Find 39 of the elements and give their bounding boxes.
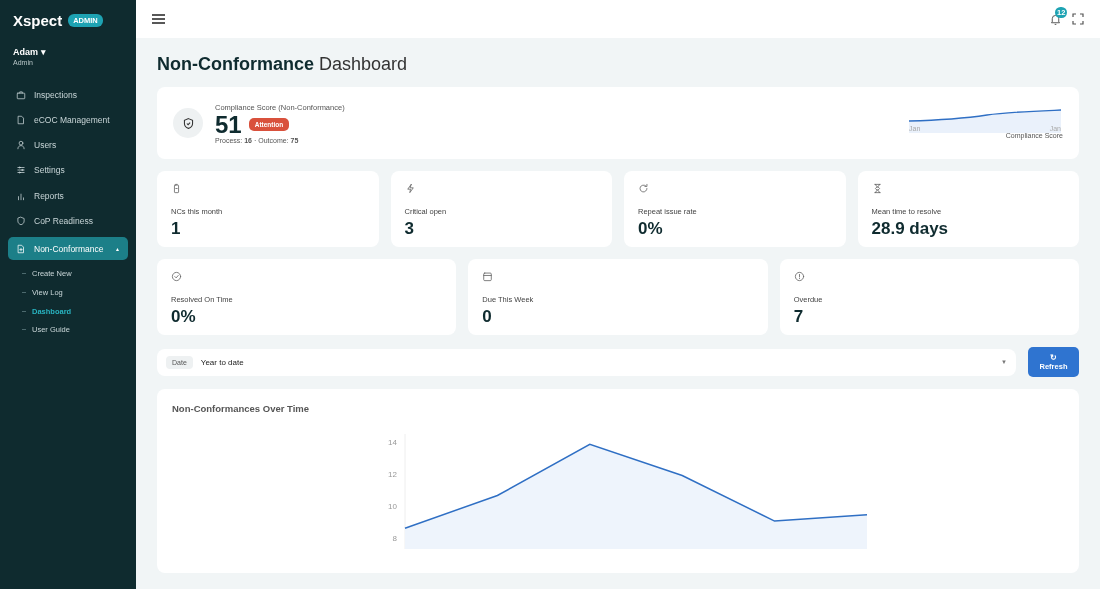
check-circle-icon — [171, 271, 182, 282]
sidebar-item[interactable]: Settings — [8, 157, 128, 183]
refresh-icon — [638, 183, 649, 194]
fullscreen-icon[interactable] — [1072, 13, 1084, 25]
chart-title: Non-Conformances Over Time — [172, 403, 311, 414]
axis-tick: 10 — [388, 501, 397, 511]
sidebar-item[interactable]: CoP Readiness — [8, 208, 128, 234]
stat-value: 0 — [482, 307, 493, 327]
axis-tick: 8 — [392, 533, 397, 543]
alert-circle-icon — [793, 271, 805, 282]
sidebar-item[interactable]: Inspections — [8, 82, 128, 107]
battery-icon — [171, 183, 182, 194]
stat-value: 7 — [793, 307, 805, 327]
score-value: 51 — [215, 111, 242, 137]
document-icon — [16, 114, 26, 125]
sidebar-item[interactable]: eCOC Management — [8, 107, 128, 133]
stat-value: 0% — [171, 307, 197, 327]
stat-value: 3 — [404, 219, 415, 239]
briefcase-icon — [16, 89, 26, 100]
stat-value: 1 — [171, 219, 182, 239]
hourglass-icon — [871, 183, 883, 194]
lightning-icon — [404, 183, 416, 194]
document-plus-icon — [16, 244, 26, 254]
brand-logo: Xspect — [13, 12, 63, 29]
user-menu[interactable]: Adam ▾ — [13, 47, 123, 57]
axis-tick: 12 — [388, 469, 397, 479]
page-title: Non-Conformance Dashboard — [157, 54, 409, 75]
shield-icon — [16, 216, 26, 226]
axis-tick: 14 — [388, 438, 397, 447]
sidebar-item[interactable]: Reports — [8, 183, 128, 209]
sidebar-item[interactable]: Users — [8, 132, 128, 158]
sliders-icon — [16, 165, 26, 176]
stat-value: 0% — [638, 219, 664, 239]
user-icon — [16, 140, 26, 151]
select-value: Year to date — [200, 357, 244, 367]
menu-icon[interactable] — [152, 14, 165, 24]
calendar-icon — [482, 271, 494, 282]
stat-value: 28.9 days — [871, 219, 950, 239]
shield-check-icon — [181, 116, 195, 130]
